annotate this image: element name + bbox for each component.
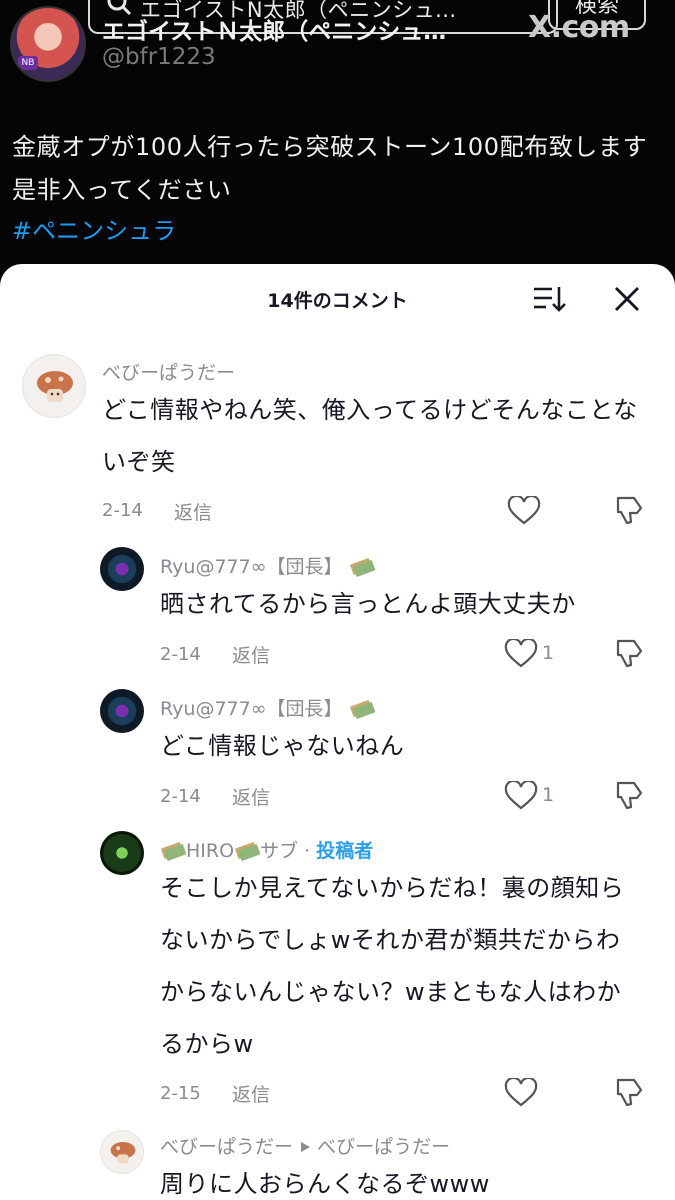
heart-icon[interactable]	[504, 639, 538, 669]
comments-sheet: 14件のコメント べびーぱうだー どこ情報やねん笑、俺入ってるけどそんなことない…	[0, 264, 675, 1200]
reply-button[interactable]: 返信	[232, 1080, 270, 1107]
mushroom-icon	[110, 1142, 136, 1164]
profile-handle: @bfr1223	[102, 44, 216, 70]
username-text: Ryu@777∞【団長】	[160, 698, 343, 720]
reply-to-username: べびーぱうだー	[317, 1136, 451, 1158]
dislike-icon[interactable]	[612, 779, 646, 811]
heart-icon[interactable]	[504, 1078, 538, 1108]
comment-date: 2-15	[160, 1083, 201, 1104]
comment-text: そこしか見えてないからだね！裏の顔知らないからでしょwそれか君が類共だからわから…	[160, 874, 625, 1058]
comment-date: 2-14	[160, 644, 201, 665]
comment-username[interactable]: べびーぱうだー	[102, 358, 235, 385]
sort-icon[interactable]	[532, 284, 566, 314]
heart-icon[interactable]	[504, 781, 538, 811]
avatar[interactable]	[100, 547, 144, 591]
reply-button[interactable]: 返信	[232, 641, 270, 668]
comment-username[interactable]: Ryu@777∞【団長】	[160, 552, 375, 579]
like-count: 1	[542, 784, 555, 806]
play-arrow-icon	[301, 1142, 311, 1152]
comment-date: 2-14	[102, 500, 143, 521]
reply-button[interactable]: 返信	[232, 783, 270, 810]
dislike-icon[interactable]	[612, 637, 646, 669]
dislike-icon[interactable]	[612, 1076, 646, 1108]
username-suffix: サブ	[260, 840, 299, 862]
comment-username[interactable]: Ryu@777∞【団長】	[160, 694, 375, 721]
like-count: 1	[542, 642, 555, 664]
x-watermark: X.com	[528, 10, 630, 45]
heart-icon[interactable]	[507, 496, 541, 526]
author-tag: 投稿者	[316, 840, 374, 862]
money-icon	[235, 842, 261, 861]
money-icon	[349, 558, 375, 577]
username-text: Ryu@777∞【団長】	[160, 556, 343, 578]
tweet-hashtag[interactable]: #ペニンシュラ	[12, 211, 176, 246]
comment-text: 晒されてるから言っとんよ頭大丈夫か	[160, 590, 576, 618]
avatar[interactable]	[100, 831, 144, 875]
profile-avatar[interactable]: NB	[10, 6, 86, 82]
comment-text: 周りに人おらんくなるぞwww	[160, 1170, 490, 1198]
reply-button[interactable]: 返信	[174, 498, 212, 525]
avatar-badge: NB	[18, 56, 38, 70]
tweet-text: 金蔵オプが100人行ったら突破ストーン100配布致します是非入ってください	[12, 133, 648, 204]
money-icon	[161, 842, 186, 861]
avatar[interactable]	[22, 354, 86, 418]
comment-username[interactable]: べびーぱうだー べびーぱうだー	[160, 1132, 450, 1159]
username-text: HIRO	[186, 840, 235, 862]
mushroom-icon	[37, 371, 73, 402]
avatar[interactable]	[100, 689, 144, 733]
money-icon	[349, 700, 375, 719]
avatar[interactable]	[100, 1130, 144, 1174]
separator-dot: ·	[304, 840, 311, 862]
comment-text: どこ情報じゃないねん	[160, 732, 405, 760]
dislike-icon[interactable]	[612, 494, 646, 526]
profile-name: エゴイストＮ太郎（ペニンシュ…	[102, 19, 447, 45]
comments-title: 14件のコメント	[267, 290, 408, 312]
comment-text: どこ情報やねん笑、俺入ってるけどそんなことないぞ笑	[102, 396, 638, 476]
username-text: べびーぱうだー	[160, 1136, 294, 1158]
comment-date: 2-14	[160, 786, 201, 807]
close-icon[interactable]	[612, 284, 642, 314]
comment-username[interactable]: HIRO サブ · 投稿者	[160, 836, 373, 863]
